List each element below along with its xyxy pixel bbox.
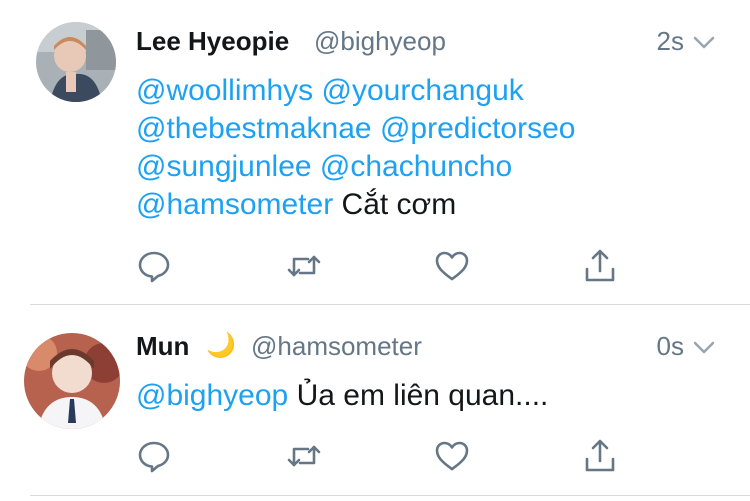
mention-link[interactable]: @sungjunlee	[136, 150, 312, 183]
user-handle[interactable]: @bighyeop	[314, 26, 446, 57]
mention-link[interactable]: @hamsometer	[136, 188, 333, 221]
retweet-icon	[287, 445, 321, 467]
display-name[interactable]: Lee Hyeopie	[136, 26, 289, 57]
tweet-body-text: Ủa em liên quan....	[296, 379, 549, 412]
reply-button[interactable]	[136, 248, 172, 284]
reply-icon	[138, 441, 170, 473]
chevron-down-icon[interactable]	[690, 28, 718, 56]
avatar[interactable]	[24, 333, 120, 429]
heart-icon	[435, 251, 469, 281]
share-button[interactable]	[582, 248, 618, 284]
heart-icon	[435, 441, 469, 471]
retweet-button[interactable]	[286, 438, 322, 474]
like-button[interactable]	[434, 438, 470, 474]
share-icon	[585, 439, 615, 472]
avatar[interactable]	[36, 22, 116, 102]
tweet-header: Mun 🌙 @hamsometer 0s	[136, 331, 720, 365]
reply-icon	[138, 251, 170, 283]
tweet-actions	[136, 438, 626, 474]
timestamp: 0s	[656, 331, 684, 361]
share-icon	[585, 249, 615, 282]
share-button[interactable]	[582, 438, 618, 474]
mention-link[interactable]: @thebestmaknae	[136, 112, 372, 145]
retweet-icon	[287, 255, 321, 277]
tweet-header: Lee Hyeopie @bighyeop 2s	[136, 26, 720, 60]
like-button[interactable]	[434, 248, 470, 284]
reply-button[interactable]	[136, 438, 172, 474]
mention-link[interactable]: @predictorseo	[380, 112, 576, 145]
retweet-button[interactable]	[286, 248, 322, 284]
tweet-text: @woollimhys @yourchanguk @thebestmaknae …	[136, 72, 696, 224]
timestamp: 2s	[656, 26, 684, 56]
tweet-actions	[136, 248, 626, 284]
crescent-moon-icon: 🌙	[206, 332, 236, 359]
divider	[30, 495, 750, 496]
mention-link[interactable]: @woollimhys	[136, 74, 313, 107]
tweet[interactable]: Mun 🌙 @hamsometer 0s @bighyeop Ủa em liê…	[0, 305, 750, 495]
tweet-body-text: Cắt cơm	[341, 188, 457, 221]
tweet[interactable]: Lee Hyeopie @bighyeop 2s @woollimhys @yo…	[0, 0, 750, 304]
user-handle[interactable]: @hamsometer	[251, 331, 422, 362]
display-name[interactable]: Mun	[136, 331, 189, 362]
mention-link[interactable]: @chachuncho	[320, 150, 512, 183]
mention-link[interactable]: @bighyeop	[136, 379, 288, 412]
mention-link[interactable]: @yourchanguk	[322, 74, 524, 107]
tweet-text: @bighyeop Ủa em liên quan....	[136, 377, 696, 415]
chevron-down-icon[interactable]	[690, 333, 718, 361]
